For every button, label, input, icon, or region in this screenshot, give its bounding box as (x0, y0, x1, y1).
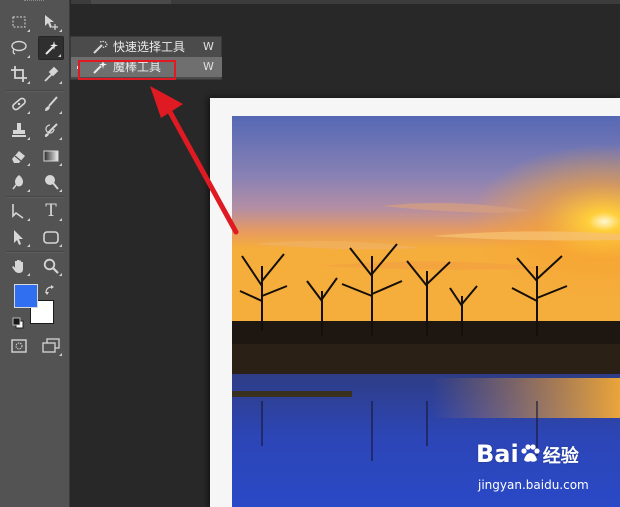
screen-mode-icon[interactable] (38, 334, 64, 358)
highlight-box (78, 60, 176, 80)
type-tool-glyph: T (45, 201, 57, 221)
document-tab[interactable] (91, 0, 171, 4)
pen-tool-icon[interactable] (6, 199, 32, 223)
quick-selection-label: 快速选择工具 (113, 40, 186, 54)
move-tool-icon[interactable] (38, 10, 64, 34)
magic-wand-shortcut: W (203, 60, 214, 73)
document-tab-bar (71, 0, 620, 4)
quick-mask-icon[interactable] (6, 334, 32, 358)
swap-colors-icon[interactable] (44, 281, 56, 295)
brush-tool-icon[interactable] (38, 92, 64, 116)
quick-selection-shortcut: W (203, 40, 214, 53)
dodge-tool-icon[interactable] (38, 170, 64, 194)
paw-icon (521, 444, 540, 462)
tools-panel: T (0, 0, 70, 507)
lasso-tool-icon[interactable] (6, 36, 32, 60)
baidu-jingyan-watermark: Bai 经验 jingyan.baidu.com (476, 440, 616, 496)
watermark-brand-suffix: 经验 (542, 446, 579, 467)
hand-tool-icon[interactable] (6, 254, 32, 278)
spot-healing-brush-icon[interactable] (6, 92, 32, 116)
blur-tool-icon[interactable] (6, 170, 32, 194)
foreground-color-swatch[interactable] (14, 284, 38, 308)
eraser-tool-icon[interactable] (6, 144, 32, 168)
zoom-tool-icon[interactable] (38, 254, 64, 278)
panel-grip[interactable] (24, 0, 44, 4)
rectangular-marquee-tool-icon[interactable] (6, 10, 32, 34)
eyedropper-tool-icon[interactable] (38, 62, 64, 86)
history-brush-icon[interactable] (38, 118, 64, 142)
magic-wand-tool-icon[interactable] (38, 36, 64, 60)
watermark-brand: Bai 经验 (476, 440, 579, 468)
default-colors-icon[interactable] (12, 314, 24, 329)
quick-selection-menu-item[interactable]: 快速选择工具 W (71, 37, 222, 57)
rounded-rectangle-tool-icon[interactable] (38, 225, 64, 249)
path-selection-tool-icon[interactable] (6, 225, 32, 249)
type-tool-icon[interactable]: T (38, 199, 64, 223)
clone-stamp-icon[interactable] (6, 118, 32, 142)
gradient-tool-icon[interactable] (38, 144, 64, 168)
watermark-brand-prefix: Bai (476, 440, 519, 468)
watermark-url: jingyan.baidu.com (478, 478, 589, 492)
crop-tool-icon[interactable] (6, 62, 32, 86)
quick-selection-icon (93, 40, 108, 54)
